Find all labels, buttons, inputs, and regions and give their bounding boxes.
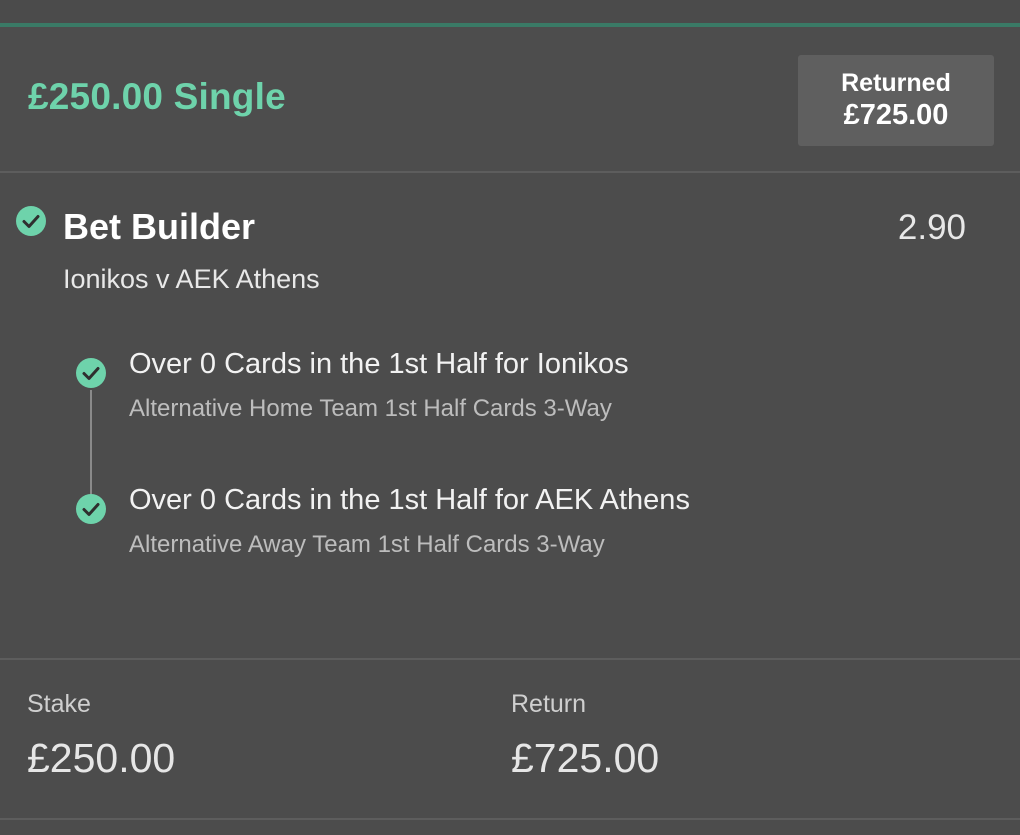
returned-value: £725.00: [843, 99, 949, 131]
check-circle-icon: [76, 358, 106, 388]
leg-title: Over 0 Cards in the 1st Half for Ionikos: [129, 348, 629, 380]
check-circle-icon: [76, 494, 106, 524]
legs-connector-line: [90, 390, 92, 498]
check-circle-icon: [16, 206, 46, 236]
leg-market: Alternative Home Team 1st Half Cards 3-W…: [129, 395, 612, 422]
bet-odds: 2.90: [897, 208, 966, 247]
leg-market: Alternative Away Team 1st Half Cards 3-W…: [129, 531, 605, 558]
bet-header-title: £250.00 Single: [28, 76, 286, 117]
bet-type-title: Bet Builder: [63, 206, 256, 247]
returned-badge: Returned £725.00: [798, 55, 994, 146]
bet-header: £250.00 Single Returned £725.00: [0, 27, 1020, 171]
stake-value: £250.00: [27, 735, 176, 781]
leg-title: Over 0 Cards in the 1st Half for AEK Ath…: [129, 484, 690, 516]
stake-label: Stake: [27, 690, 91, 718]
match-name: Ionikos v AEK Athens: [63, 264, 320, 294]
footer-divider: [0, 658, 1020, 660]
return-label: Return: [511, 690, 587, 718]
header-divider: [0, 171, 1020, 173]
returned-label: Returned: [841, 69, 951, 97]
return-value: £725.00: [511, 735, 660, 781]
bottom-divider: [0, 818, 1020, 820]
top-strip: [0, 0, 1020, 24]
